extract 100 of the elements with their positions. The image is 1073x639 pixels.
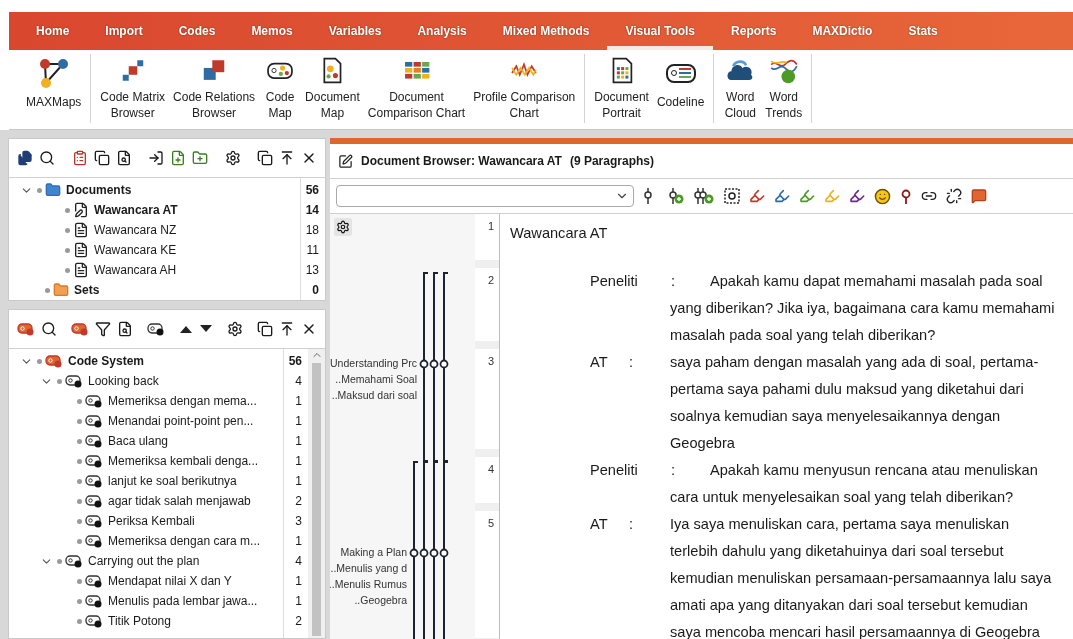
tree-item-label[interactable]: Documents [66,183,132,197]
ribbon-button[interactable]: Document Comparison Chart [364,54,469,123]
move-up-icon[interactable] [179,324,193,334]
tree-item-label[interactable]: Menandai point-point pen... [108,414,254,428]
speaker-label: AT [590,353,609,372]
transcript-line: saya paham dengan masalah yang ada di soal, pertama- [670,353,1039,372]
code-system-icon[interactable] [17,322,35,336]
settings-icon[interactable] [224,150,241,166]
speaker-label: Peneliti [590,272,639,291]
item-count: 3 [295,514,302,528]
item-count: 4 [295,374,302,388]
menu-tab[interactable]: Variables [310,12,400,50]
colon-separator: : [671,461,677,480]
menu-tab[interactable]: Visual Tools [607,12,714,50]
emoji-icon[interactable] [874,187,891,205]
menu-tab[interactable]: Reports [713,12,795,50]
transcript-line: Apakah kamu menyusun rencana atau menuliskan [710,461,1038,480]
link-remove-icon[interactable] [946,188,962,204]
tree-item-label[interactable]: Wawancara NZ [94,223,177,237]
bullet-icon [77,398,82,404]
item-count: 18 [305,223,319,237]
maximize-icon[interactable] [279,321,295,337]
comment-icon[interactable] [971,188,987,204]
colon-separator: : [629,353,635,372]
ribbon-button[interactable]: Code Map [260,54,301,123]
new-folder-icon[interactable] [192,150,208,166]
highlighter-icon[interactable] [774,188,790,204]
clipboard-icon[interactable] [71,150,88,166]
ribbon-button[interactable]: Codeline [653,54,708,123]
filter-icon[interactable] [95,321,111,337]
tree-item-label[interactable]: Looking back [88,374,159,388]
documents-icon[interactable] [17,150,33,166]
code-pin-icon[interactable] [668,187,684,205]
tree-item-label[interactable]: agar tidak salah menjawab [108,494,251,508]
tree-item-label[interactable]: Titik Potong [108,614,171,628]
file-filter-icon[interactable] [115,150,132,166]
pin-icon[interactable] [900,187,912,205]
tree-item-label[interactable]: Memeriksa kembali denga... [108,454,259,468]
tree-item-label[interactable]: Baca ulang [108,434,169,448]
tree-item-label[interactable]: Wawancara AT [94,203,178,217]
menu-tab[interactable]: Codes [160,12,234,50]
item-count: 1 [295,454,302,468]
tree-item-label[interactable]: Mendapat nilai X dan Y [108,574,232,588]
ribbon-button[interactable]: Document Map [302,54,363,123]
folder-icon [45,182,61,198]
ribbon-button[interactable]: Document Portrait [591,54,652,123]
bullet-icon [65,267,70,273]
code-tag-icon [45,354,63,368]
menu-tab[interactable]: Home [18,12,88,50]
tree-item-label[interactable]: Wawancara AH [94,263,177,277]
transcript-line: pertama saya pahami dulu maksud yang diketahui dari [670,380,1024,399]
item-count: 1 [295,394,302,408]
menu-tab[interactable]: Analysis [399,12,485,50]
maximize-icon[interactable] [279,150,295,166]
selection-icon[interactable] [724,188,740,204]
item-count: 2 [295,614,302,628]
tree-item-label[interactable]: Sets [74,283,100,297]
ribbon-button[interactable]: Word Cloud [720,54,761,123]
transcript-line: cara untuk menyelesaikan soal yang telah diberikan? [670,488,1014,507]
settings-icon[interactable] [334,218,352,236]
tree-item-label[interactable]: lanjut ke soal berikutnya [108,474,237,488]
scrollbar[interactable] [308,349,325,638]
item-count: 4 [295,554,302,568]
menu-tab[interactable]: Mixed Methods [484,12,608,50]
bullet-icon [77,478,82,484]
tree-item-label[interactable]: Periksa Kembali [108,514,195,528]
code-tag-icon [85,414,103,428]
ribbon-button[interactable]: Word Trends [762,54,806,123]
import-icon[interactable] [148,150,164,166]
ribbon-button[interactable]: Code Matrix Browser [97,54,169,123]
item-count: 2 [295,494,302,508]
ribbon-button[interactable]: MAXMaps [23,54,85,123]
ribbon-button[interactable]: Code Relations Browser [170,54,259,123]
transcript-line: amati apa yang ditanyakan dari soal tersebut kemudian [670,596,1028,615]
code-pin-icon[interactable] [693,187,715,205]
search-icon[interactable] [41,321,57,337]
code-tag-icon [85,514,103,528]
tree-item-label[interactable]: Memeriksa dengan mema... [108,394,257,408]
highlighter-icon[interactable] [749,188,765,204]
highlighter-icon[interactable] [849,188,865,204]
code-tag-icon [65,374,83,388]
search-icon[interactable] [39,150,55,166]
bullet-icon [77,518,82,524]
settings-icon[interactable] [227,321,243,337]
panel-title: Document Browser: Wawancara AT [361,154,562,168]
tree-item-label[interactable]: Menulis pada lembar jawa... [108,594,258,608]
tree-item-label[interactable]: Carrying out the plan [88,554,200,568]
ribbon-button[interactable]: Profile Comparison Chart [470,54,579,123]
bullet-icon [77,438,82,444]
tree-item-label[interactable]: Code System [68,354,145,368]
file-filter-icon[interactable] [117,321,133,337]
copy-icon[interactable] [93,150,110,166]
menu-tab[interactable]: Memos [233,12,311,50]
new-document-icon[interactable] [170,150,186,166]
bullet-icon [37,358,42,364]
menu-tab[interactable]: Import [87,12,161,50]
transcript-line: soalnya kemudian saya menyelesaikannya dengan [670,407,1001,426]
move-down-icon[interactable] [199,324,213,334]
tree-item-label[interactable]: Memeriksa dengan cara m... [108,534,261,548]
tree-item-label[interactable]: Wawancara KE [94,243,177,257]
